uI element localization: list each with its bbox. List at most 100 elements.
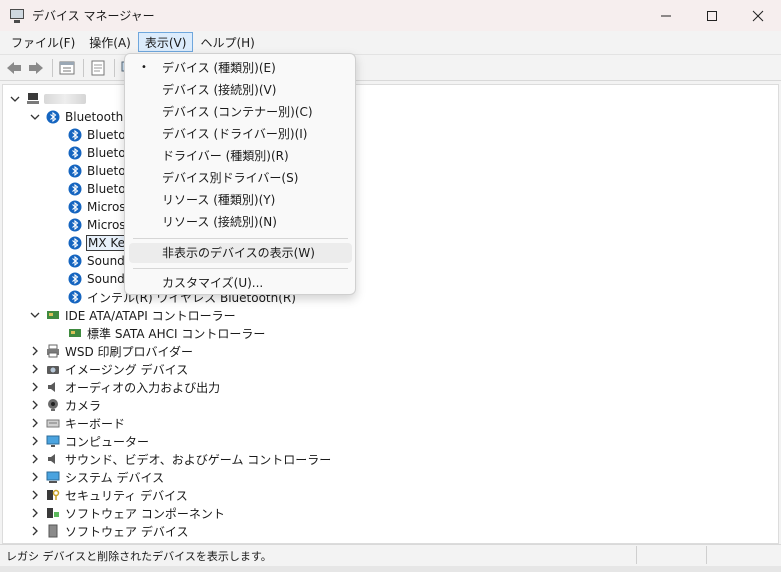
toolbar-separator	[52, 58, 53, 77]
menu-file[interactable]: ファイル(F)	[4, 32, 82, 52]
bluetooth-icon	[67, 127, 83, 143]
category-software-components[interactable]: ソフトウェア コンポーネント	[29, 504, 226, 522]
close-button[interactable]	[735, 0, 781, 31]
category-label: システム デバイス	[65, 470, 165, 485]
back-arrow-icon	[7, 61, 21, 74]
bluetooth-icon	[67, 271, 83, 287]
minimize-button[interactable]	[643, 0, 689, 31]
chevron-right-icon[interactable]	[29, 435, 41, 447]
category-sound-video-game[interactable]: サウンド、ビデオ、およびゲーム コントローラー	[29, 450, 332, 468]
printer-icon	[45, 343, 61, 359]
menu-item-label: デバイス (種類別)(E)	[162, 61, 276, 75]
category-bluetooth[interactable]: Bluetooth	[29, 108, 124, 126]
chevron-right-icon[interactable]	[29, 345, 41, 357]
device-tree[interactable]: Bluetooth Blueto Blueto Blueto Blueto Mi…	[2, 84, 779, 544]
category-ide[interactable]: IDE ATA/ATAPI コントローラー	[29, 306, 237, 324]
chevron-right-icon[interactable]	[29, 381, 41, 393]
category-label: オーディオの入力および出力	[65, 380, 221, 395]
view-menu-item-show-hidden-devices[interactable]: 非表示のデバイスの表示(W)	[129, 243, 352, 263]
menu-item-label: カスタマイズ(U)...	[162, 276, 264, 290]
category-system-devices[interactable]: システム デバイス	[29, 468, 165, 486]
device-label: Blueto	[87, 146, 126, 160]
forward-button[interactable]	[26, 58, 46, 78]
computer-name-redacted	[44, 94, 86, 104]
device-label: Blueto	[87, 182, 126, 196]
monitor-icon	[45, 433, 61, 449]
properties-button[interactable]	[57, 58, 77, 78]
device-label: Blueto	[87, 128, 126, 142]
category-label: イメージング デバイス	[65, 362, 189, 377]
device-label: 標準 SATA AHCI コントローラー	[87, 326, 266, 341]
chevron-right-icon[interactable]	[29, 417, 41, 429]
chevron-right-icon[interactable]	[29, 525, 41, 537]
tree-device-item[interactable]: Blueto	[67, 162, 127, 180]
tree-device-item[interactable]: Micros	[67, 216, 127, 234]
status-bar: レガシ デバイスと削除されたデバイスを表示します。	[0, 544, 781, 566]
menu-view[interactable]: 表示(V)	[137, 32, 194, 52]
tree-device-item[interactable]: Blueto	[67, 126, 127, 144]
properties-icon	[59, 61, 75, 74]
camera-imaging-icon	[45, 361, 61, 377]
help-button[interactable]	[88, 58, 108, 78]
device-label: MX Ke	[86, 235, 128, 251]
bluetooth-icon	[67, 235, 83, 251]
minimize-icon	[661, 15, 671, 16]
menu-item-label: デバイス別ドライバー(S)	[162, 171, 299, 185]
menu-item-label: デバイス (コンテナー別)(C)	[162, 105, 313, 119]
category-label: サウンド、ビデオ、およびゲーム コントローラー	[65, 452, 332, 467]
view-menu-item-devices-by-connection[interactable]: デバイス (接続別)(V)	[129, 80, 352, 100]
view-menu-item-devices-by-driver[interactable]: デバイス (ドライバー別)(I)	[129, 124, 352, 144]
category-label: ソフトウェア デバイス	[65, 524, 189, 539]
menu-help[interactable]: ヘルプ(H)	[193, 32, 261, 52]
category-security-devices[interactable]: セキュリティ デバイス	[29, 486, 189, 504]
chevron-right-icon[interactable]	[29, 399, 41, 411]
category-label: ソフトウェア コンポーネント	[65, 506, 225, 521]
ide-controller-icon	[45, 307, 61, 323]
chevron-right-icon[interactable]	[29, 471, 41, 483]
tree-device-item-selected[interactable]: MX Ke	[67, 234, 128, 252]
chevron-right-icon[interactable]	[29, 453, 41, 465]
toolbar-separator	[83, 58, 84, 77]
chevron-right-icon[interactable]	[29, 489, 41, 501]
view-menu-item-customize[interactable]: カスタマイズ(U)...	[129, 273, 352, 293]
category-wsd-print[interactable]: WSD 印刷プロバイダー	[29, 342, 194, 360]
bluetooth-icon	[67, 163, 83, 179]
category-imaging[interactable]: イメージング デバイス	[29, 360, 189, 378]
tree-device-item[interactable]: 標準 SATA AHCI コントローラー	[67, 324, 266, 342]
back-button[interactable]	[4, 58, 24, 78]
view-menu-item-resources-by-type[interactable]: リソース (種類別)(Y)	[129, 190, 352, 210]
menu-separator	[133, 268, 348, 269]
tree-root[interactable]	[9, 90, 86, 108]
category-audio-io[interactable]: オーディオの入力および出力	[29, 378, 221, 396]
view-menu-dropdown: • デバイス (種類別)(E) デバイス (接続別)(V) デバイス (コンテナ…	[124, 53, 356, 295]
category-computer[interactable]: コンピューター	[29, 432, 150, 450]
chevron-down-icon[interactable]	[29, 111, 41, 123]
chevron-right-icon[interactable]	[29, 507, 41, 519]
tree-device-item[interactable]: Micros	[67, 198, 127, 216]
menu-item-label: リソース (種類別)(Y)	[162, 193, 276, 207]
maximize-button[interactable]	[689, 0, 735, 31]
view-menu-item-drivers-by-type[interactable]: ドライバー (種類別)(R)	[129, 146, 352, 166]
category-label: Bluetooth	[65, 110, 124, 124]
bluetooth-icon	[67, 289, 83, 305]
ide-controller-icon	[67, 325, 83, 341]
menu-action[interactable]: 操作(A)	[82, 32, 138, 52]
speaker-icon	[45, 451, 61, 467]
status-text: レガシ デバイスと削除されたデバイスを表示します。	[6, 549, 272, 563]
view-menu-item-devices-by-type[interactable]: • デバイス (種類別)(E)	[129, 58, 352, 78]
device-manager-app-icon	[10, 8, 24, 23]
maximize-icon	[707, 10, 717, 21]
tree-device-item[interactable]: Blueto	[67, 144, 127, 162]
category-software-devices[interactable]: ソフトウェア デバイス	[29, 522, 189, 540]
category-keyboard[interactable]: キーボード	[29, 414, 126, 432]
category-label: IDE ATA/ATAPI コントローラー	[65, 308, 236, 323]
chevron-down-icon[interactable]	[9, 93, 21, 105]
chevron-right-icon[interactable]	[29, 363, 41, 375]
chevron-down-icon[interactable]	[29, 309, 41, 321]
view-menu-item-resources-by-connection[interactable]: リソース (接続別)(N)	[129, 212, 352, 232]
view-menu-item-drivers-by-device[interactable]: デバイス別ドライバー(S)	[129, 168, 352, 188]
view-menu-item-devices-by-container[interactable]: デバイス (コンテナー別)(C)	[129, 102, 352, 122]
bluetooth-icon	[67, 181, 83, 197]
category-camera[interactable]: カメラ	[29, 396, 102, 414]
tree-device-item[interactable]: Blueto	[67, 180, 127, 198]
